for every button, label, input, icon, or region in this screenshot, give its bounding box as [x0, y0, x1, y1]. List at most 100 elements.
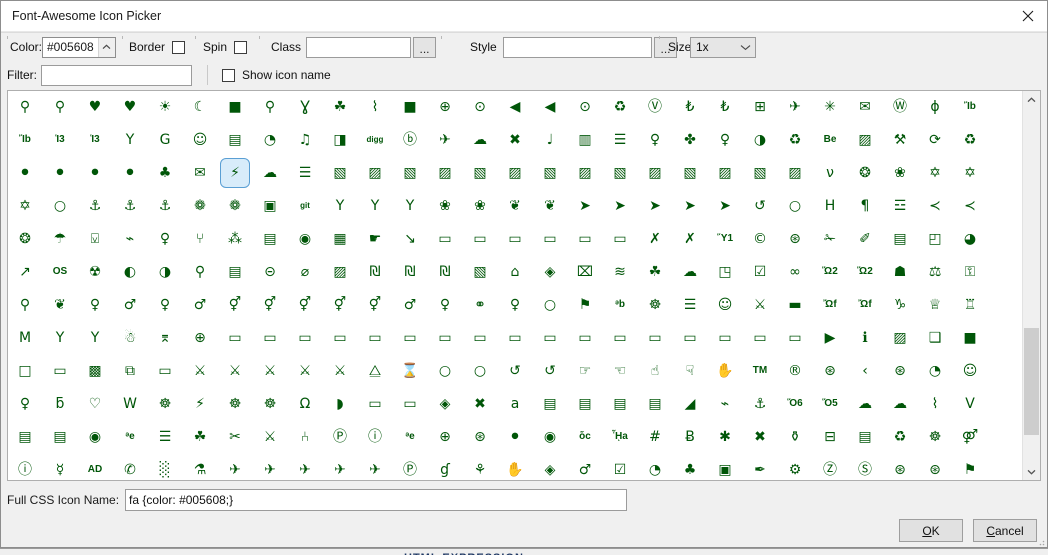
icon-cell[interactable]: ⌛: [395, 356, 425, 386]
icon-cell[interactable]: ⚓: [745, 389, 775, 419]
icon-cell[interactable]: ▭: [220, 323, 250, 353]
icon-cell[interactable]: ⚱: [780, 422, 810, 452]
icon-cell[interactable]: Ⓦ: [885, 92, 915, 122]
icon-cell[interactable]: ✈: [220, 455, 250, 480]
icon-cell[interactable]: ▨: [885, 323, 915, 353]
resize-grip-icon[interactable]: [1035, 536, 1045, 546]
icon-cell[interactable]: ⚔: [255, 356, 285, 386]
icon-cell[interactable]: ❀: [430, 191, 460, 221]
icon-cell[interactable]: ♕: [920, 290, 950, 320]
icon-cell[interactable]: ✐: [850, 224, 880, 254]
icon-cell[interactable]: ☂: [45, 224, 75, 254]
icon-cell[interactable]: ▤: [220, 257, 250, 287]
icon-cell[interactable]: ➤: [675, 191, 705, 221]
icon-cell[interactable]: ▧: [675, 158, 705, 188]
icon-cell[interactable]: Y: [45, 323, 75, 353]
icon-cell[interactable]: ⊟: [815, 422, 845, 452]
icon-cell[interactable]: ®: [780, 356, 810, 386]
icon-cell[interactable]: ♣: [675, 455, 705, 480]
icon-cell[interactable]: ▤: [220, 125, 250, 155]
icon-cell[interactable]: ⚔: [290, 356, 320, 386]
icon-cell[interactable]: ▭: [150, 356, 180, 386]
icon-cell[interactable]: ↗: [10, 257, 40, 287]
icon-cell[interactable]: Ⓢ: [850, 455, 880, 480]
icon-cell[interactable]: ◑: [745, 125, 775, 155]
icon-cell[interactable]: ▨: [780, 158, 810, 188]
icon-cell[interactable]: ☀: [150, 92, 180, 122]
icon-cell[interactable]: ◔: [255, 125, 285, 155]
icon-cell[interactable]: ⚥: [290, 290, 320, 320]
icon-cell[interactable]: ▤: [570, 389, 600, 419]
icon-cell[interactable]: ⌇: [360, 92, 390, 122]
icon-cell[interactable]: ⊛: [465, 422, 495, 452]
icon-cell[interactable]: ᵊe: [115, 422, 145, 452]
icon-cell[interactable]: ☁: [850, 389, 880, 419]
icon-cell[interactable]: ↺: [535, 356, 565, 386]
icon-cell[interactable]: ▧: [465, 257, 495, 287]
icon-cell[interactable]: ⚤: [955, 422, 985, 452]
icon-cell[interactable]: ☗: [885, 257, 915, 287]
icon-cell[interactable]: ♂: [115, 290, 145, 320]
icon-cell[interactable]: ♂: [185, 290, 215, 320]
icon-cell[interactable]: ▭: [605, 224, 635, 254]
icon-cell[interactable]: ⊙: [570, 92, 600, 122]
icon-cell[interactable]: ➤: [710, 191, 740, 221]
icon-cell[interactable]: ❦: [500, 191, 530, 221]
icon-cell[interactable]: ⓘ: [10, 455, 40, 480]
icon-cell[interactable]: ☿: [45, 455, 75, 480]
icon-cell[interactable]: AD: [80, 455, 110, 480]
icon-cell[interactable]: ♡: [80, 389, 110, 419]
icon-cell[interactable]: ⓘ: [360, 422, 390, 452]
icon-cell[interactable]: ▭: [780, 323, 810, 353]
icon-cell[interactable]: ℹ: [850, 323, 880, 353]
icon-cell[interactable]: ☑: [745, 257, 775, 287]
icon-cell[interactable]: ☰: [150, 422, 180, 452]
icon-cell[interactable]: ⊛: [780, 224, 810, 254]
icon-cell[interactable]: ➤: [640, 191, 670, 221]
icon-cell[interactable]: ▭: [360, 323, 390, 353]
icon-cell[interactable]: ◉: [290, 224, 320, 254]
icon-cell[interactable]: ⌂: [500, 257, 530, 287]
icon-cell[interactable]: ♂: [395, 290, 425, 320]
icon-cell[interactable]: ❂: [850, 158, 880, 188]
icon-cell[interactable]: ◳: [710, 257, 740, 287]
icon-cell[interactable]: ᾟa: [605, 422, 635, 452]
icon-cell[interactable]: ⌁: [710, 389, 740, 419]
icon-cell[interactable]: ☸: [220, 389, 250, 419]
icon-cell[interactable]: ▭: [605, 323, 635, 353]
icon-cell[interactable]: ▤: [605, 389, 635, 419]
icon-cell[interactable]: Ὤf: [850, 290, 880, 320]
icon-cell[interactable]: ▭: [395, 323, 425, 353]
icon-cell[interactable]: ⚗: [185, 455, 215, 480]
icon-cell[interactable]: ♀: [80, 290, 110, 320]
icon-grid-scrollbar[interactable]: [1022, 91, 1041, 480]
spin-checkbox[interactable]: [234, 40, 248, 54]
icon-cell[interactable]: ◀: [500, 92, 530, 122]
icon-cell[interactable]: ▨: [500, 158, 530, 188]
icon-cell[interactable]: Y: [360, 191, 390, 221]
icon-cell[interactable]: ↺: [745, 191, 775, 221]
icon-cell[interactable]: ▭: [500, 224, 530, 254]
icon-cell[interactable]: W: [115, 389, 145, 419]
icon-cell[interactable]: ⊛: [885, 455, 915, 480]
icon-cell[interactable]: ≋: [605, 257, 635, 287]
icon-cell[interactable]: Y: [395, 191, 425, 221]
icon-cell[interactable]: ▤: [885, 224, 915, 254]
icon-cell[interactable]: ❂: [10, 224, 40, 254]
icon-cell[interactable]: ⚫: [500, 422, 530, 452]
icon-cell[interactable]: ◀: [535, 92, 565, 122]
icon-cell[interactable]: ♩: [535, 125, 565, 155]
icon-cell[interactable]: ▨: [710, 158, 740, 188]
icon-cell[interactable]: ▧: [605, 158, 635, 188]
icon-cell[interactable]: ⚔: [220, 356, 250, 386]
icon-cell[interactable]: ▤: [535, 389, 565, 419]
icon-cell[interactable]: Ⓟ: [395, 455, 425, 480]
icon-cell[interactable]: digg: [360, 125, 390, 155]
icon-cell[interactable]: ☰: [290, 158, 320, 188]
icon-cell[interactable]: ▭: [290, 323, 320, 353]
icon-cell[interactable]: ⚲: [10, 92, 40, 122]
icon-cell[interactable]: Ὥ2: [850, 257, 880, 287]
icon-cell[interactable]: ➤: [570, 191, 600, 221]
icon-cell[interactable]: G: [150, 125, 180, 155]
icon-cell[interactable]: Ⓥ: [640, 92, 670, 122]
